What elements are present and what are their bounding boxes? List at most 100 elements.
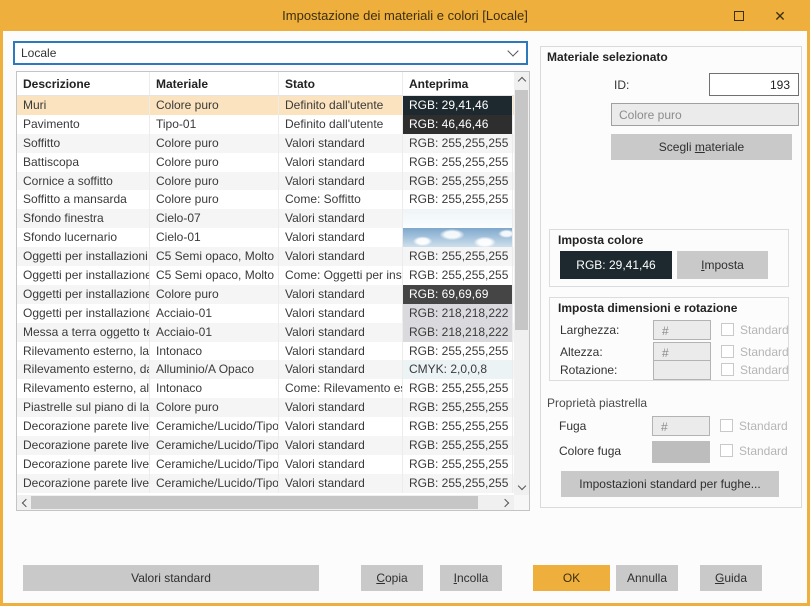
table-row[interactable]: Decorazione parete livellCeramiche/Lucid… <box>17 436 514 455</box>
preview-text: RGB: 255,255,255 <box>403 398 512 417</box>
scope-select-value: Locale <box>15 46 509 60</box>
cell-materiale: Colore puro <box>150 153 279 172</box>
preview-swatch: RGB: 218,218,222 <box>403 304 512 323</box>
preview-text: RGB: 255,255,255 <box>403 247 512 266</box>
column-header-anteprima[interactable]: Anteprima <box>403 72 513 95</box>
maximize-icon <box>734 11 744 21</box>
help-button[interactable]: Guida <box>700 565 762 591</box>
table-row[interactable]: Sfondo lucernarioCielo-01Valori standard <box>17 228 514 247</box>
choose-material-button[interactable]: Scegli materiale <box>611 134 792 160</box>
grout-standard-checkbox <box>720 419 733 432</box>
table-row[interactable]: MuriColore puroDefinito dall'utenteRGB: … <box>17 96 514 115</box>
rotation-label: Rotazione: <box>560 363 617 377</box>
preview-text: RGB: 255,255,255 <box>403 134 512 153</box>
cell-materiale: Ceramiche/Lucido/Tipo-0 <box>150 455 279 474</box>
cell-anteprima: RGB: 255,255,255 <box>403 342 513 361</box>
cell-descrizione: Soffitto a mansarda <box>17 190 150 209</box>
table-row[interactable]: Piastrelle sul piano di lavColore puroVa… <box>17 398 514 417</box>
table-row[interactable]: Sfondo finestraCielo-07Valori standard <box>17 209 514 228</box>
table-row[interactable]: Decorazione parete livellCeramiche/Lucid… <box>17 417 514 436</box>
cell-anteprima: RGB: 255,255,255 <box>403 247 513 266</box>
dialog-title: Impostazione dei materiali e colori [Loc… <box>282 8 528 23</box>
preview-text: RGB: 255,255,255 <box>403 266 512 285</box>
grout-color-swatch <box>652 441 710 463</box>
maximize-button[interactable] <box>731 8 747 24</box>
cell-materiale: Colore puro <box>150 96 279 115</box>
scroll-left-button[interactable] <box>17 495 32 510</box>
scroll-right-button[interactable] <box>499 495 514 510</box>
cell-stato: Come: Oggetti per install <box>279 266 403 285</box>
cell-materiale: Cielo-01 <box>150 228 279 247</box>
cell-stato: Valori standard <box>279 398 403 417</box>
cell-descrizione: Battiscopa <box>17 153 150 172</box>
id-label: ID: <box>614 78 629 92</box>
material-id-field[interactable]: 193 <box>709 73 799 96</box>
table-row[interactable]: Messa a terra oggetto tecAcciaio-01Valor… <box>17 323 514 342</box>
scroll-down-button[interactable] <box>514 480 529 495</box>
cell-stato: Valori standard <box>279 153 403 172</box>
grout-row: Fuga # Standard <box>549 416 795 436</box>
horizontal-scrollbar-thumb[interactable] <box>31 496 478 509</box>
grout-standard-settings-button[interactable]: Impostazioni standard per fughe... <box>561 471 779 497</box>
table-row[interactable]: Rilevamento esterno, latiIntonacoValori … <box>17 342 514 361</box>
table-row[interactable]: Rilevamento esterno, davAlluminio/A Opac… <box>17 360 514 379</box>
cell-descrizione: Decorazione parete livell <box>17 455 150 474</box>
table-row[interactable]: PavimentoTipo-01Definito dall'utenteRGB:… <box>17 115 514 134</box>
dimensions-rotation-group: Imposta dimensioni e rotazione Larghezza… <box>549 297 789 381</box>
cell-descrizione: Decorazione parete livell <box>17 436 150 455</box>
cell-descrizione: Piastrelle sul piano di lav <box>17 398 150 417</box>
close-button[interactable]: ✕ <box>772 8 788 24</box>
vertical-scrollbar-thumb[interactable] <box>515 90 528 330</box>
table-row[interactable]: BattiscopaColore puroValori standardRGB:… <box>17 153 514 172</box>
copy-button[interactable]: Copia <box>361 565 423 591</box>
dimensions-rotation-title: Imposta dimensioni e rotazione <box>558 301 737 315</box>
table-row[interactable]: Rilevamento esterno, alteIntonacoCome: R… <box>17 379 514 398</box>
column-header-materiale[interactable]: Materiale <box>150 72 279 95</box>
preview-text: RGB: 255,255,255 <box>403 417 512 436</box>
ok-button[interactable]: OK <box>533 565 610 591</box>
height-label: Altezza: <box>560 345 603 359</box>
cell-anteprima <box>403 228 513 247</box>
preview-text: RGB: 255,255,255 <box>403 474 512 493</box>
table-row[interactable]: Decorazione parete livellCeramiche/Lucid… <box>17 455 514 474</box>
cell-materiale: Intonaco <box>150 342 279 361</box>
cell-anteprima: RGB: 255,255,255 <box>403 398 513 417</box>
table-row[interactable]: Oggetti per installazione,Acciaio-01Valo… <box>17 304 514 323</box>
table-row[interactable]: Decorazione parete livellCeramiche/Lucid… <box>17 474 514 493</box>
cell-materiale: Ceramiche/Lucido/Tipo-0 <box>150 474 279 493</box>
cell-stato: Valori standard <box>279 342 403 361</box>
set-color-button[interactable]: Imposta <box>677 251 768 279</box>
cancel-button[interactable]: Annulla <box>616 565 678 591</box>
cell-materiale: Colore puro <box>150 134 279 153</box>
cell-anteprima: RGB: 46,46,46 <box>403 115 513 134</box>
vertical-scrollbar[interactable] <box>514 72 529 495</box>
column-header-descrizione[interactable]: Descrizione <box>17 72 150 95</box>
table-row[interactable]: Oggetti per installazione,Colore puroVal… <box>17 285 514 304</box>
table-row[interactable]: Soffitto a mansardaColore puroCome: Soff… <box>17 190 514 209</box>
table-row[interactable]: Oggetti per installazioniC5 Semi opaco, … <box>17 247 514 266</box>
table-row[interactable]: Oggetti per installazione,C5 Semi opaco,… <box>17 266 514 285</box>
cell-materiale: C5 Semi opaco, Molto lev <box>150 247 279 266</box>
horizontal-scrollbar[interactable] <box>17 495 514 510</box>
column-header-stato[interactable]: Stato <box>279 72 403 95</box>
scroll-up-button[interactable] <box>514 72 529 87</box>
cell-materiale: Ceramiche/Lucido/Tipo-0 <box>150 417 279 436</box>
table-row[interactable]: Cornice a soffittoColore puroValori stan… <box>17 172 514 191</box>
width-label: Larghezza: <box>560 323 619 337</box>
cell-materiale: Colore puro <box>150 398 279 417</box>
scope-select[interactable]: Locale <box>13 41 528 65</box>
cell-descrizione: Cornice a soffitto <box>17 172 150 191</box>
grout-field: # <box>652 416 710 436</box>
cell-descrizione: Messa a terra oggetto tec <box>17 323 150 342</box>
table-row[interactable]: SoffittoColore puroValori standardRGB: 2… <box>17 134 514 153</box>
paste-button[interactable]: Incolla <box>440 565 502 591</box>
cell-descrizione: Soffitto <box>17 134 150 153</box>
material-name-field: Colore puro <box>611 103 799 126</box>
close-icon: ✕ <box>774 8 786 25</box>
current-color-swatch: RGB: 29,41,46 <box>560 251 672 279</box>
cell-stato: Valori standard <box>279 436 403 455</box>
cell-descrizione: Rilevamento esterno, dav <box>17 360 150 379</box>
standard-values-button[interactable]: Valori standard <box>23 565 319 591</box>
preview-pale-image <box>403 209 512 228</box>
cell-anteprima: RGB: 255,255,255 <box>403 417 513 436</box>
